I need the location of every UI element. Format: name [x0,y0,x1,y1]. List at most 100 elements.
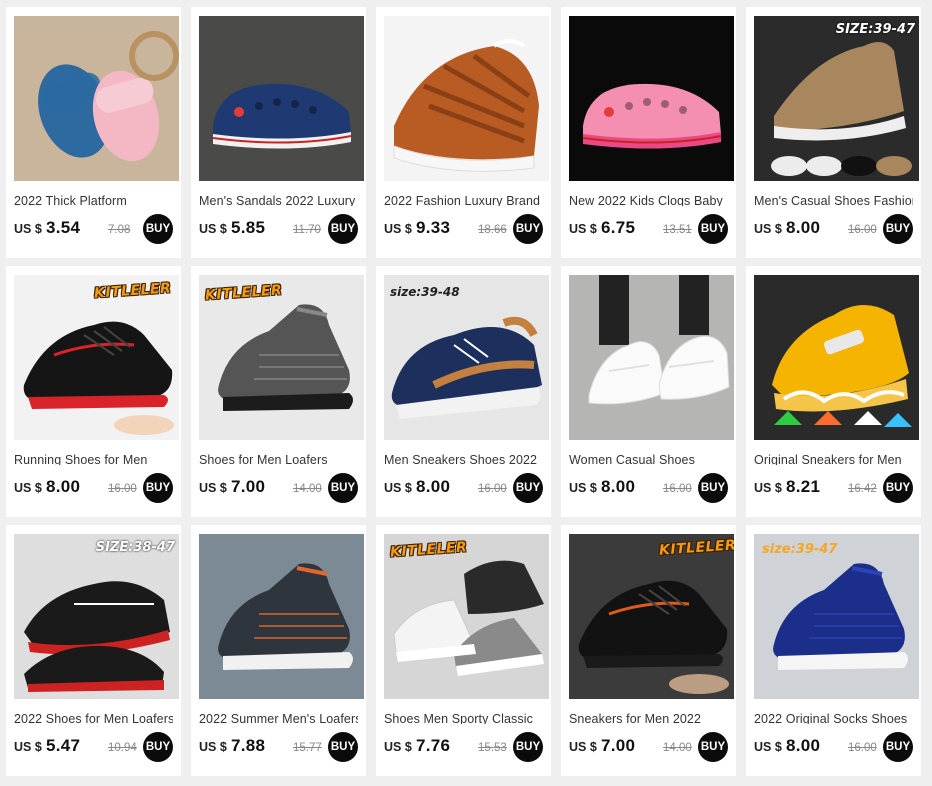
product-title[interactable]: Men's Sandals 2022 Luxury [199,192,358,210]
sale-price: 5.47 [46,736,81,755]
product-image[interactable] [569,16,734,181]
product-title[interactable]: Men Sneakers Shoes 2022 [384,451,543,469]
product-card[interactable]: Women Casual Shoes US $ 8.00 16.00 BUY [561,266,736,517]
buy-button[interactable]: BUY [513,473,543,503]
product-badge: size:39-48 [390,285,460,299]
product-card[interactable]: SIZE:38-47 2022 Shoes for Men Loafers US… [6,525,181,776]
product-title[interactable]: Men's Casual Shoes Fashion [754,192,913,210]
product-card[interactable]: KITLELER Sneakers for Men 2022 US $ 7.00… [561,525,736,776]
price-row: US $ 8.00 16.00 BUY [14,473,173,507]
product-title[interactable]: Shoes Men Sporty Classic [384,710,543,728]
product-grid: 2022 Thick Platform US $ 3.54 7.08 BUY M… [6,7,921,776]
product-image[interactable]: KITLELER [14,275,179,440]
currency-label: US $ [199,740,227,754]
product-title[interactable]: 2022 Summer Men's Loafers [199,710,358,728]
price-row: US $ 7.88 15.77 BUY [199,732,358,766]
original-price: 14.00 [663,742,692,754]
price-row: US $ 7.76 15.53 BUY [384,732,543,766]
currency-label: US $ [14,481,42,495]
product-card[interactable]: 2022 Summer Men's Loafers US $ 7.88 15.7… [191,525,366,776]
currency-label: US $ [384,481,412,495]
price-row: US $ 5.85 11.70 BUY [199,214,358,248]
sale-price: 7.00 [601,736,636,755]
original-price: 16.42 [848,483,877,495]
buy-button[interactable]: BUY [328,732,358,762]
product-image[interactable] [14,16,179,181]
buy-button[interactable]: BUY [513,732,543,762]
product-card[interactable]: Men's Sandals 2022 Luxury US $ 5.85 11.7… [191,7,366,258]
buy-button[interactable]: BUY [698,732,728,762]
product-title[interactable]: Sneakers for Men 2022 [569,710,728,728]
price-row: US $ 3.54 7.08 BUY [14,214,173,248]
currency-label: US $ [384,740,412,754]
product-title[interactable]: 2022 Shoes for Men Loafers [14,710,173,728]
original-price: 15.77 [293,742,322,754]
product-badge: SIZE:39-47 [835,22,915,37]
buy-button[interactable]: BUY [883,214,913,244]
product-image[interactable]: size:39-48 [384,275,549,440]
product-image[interactable]: KITLELER [199,275,364,440]
sale-price: 8.00 [786,218,821,237]
product-image[interactable] [384,16,549,181]
product-image[interactable] [199,16,364,181]
currency-label: US $ [754,481,782,495]
product-image[interactable] [754,275,919,440]
product-card[interactable]: SIZE:39-47 Men's Casual Shoes Fashion US… [746,7,921,258]
original-price: 16.00 [848,224,877,236]
currency-label: US $ [569,222,597,236]
price-row: US $ 8.00 16.00 BUY [569,473,728,507]
product-card[interactable]: 2022 Fashion Luxury Brand US $ 9.33 18.6… [376,7,551,258]
buy-button[interactable]: BUY [328,473,358,503]
price-row: US $ 8.00 16.00 BUY [384,473,543,507]
product-card[interactable]: 2022 Thick Platform US $ 3.54 7.08 BUY [6,7,181,258]
buy-button[interactable]: BUY [883,732,913,762]
product-title[interactable]: 2022 Fashion Luxury Brand [384,192,543,210]
buy-button[interactable]: BUY [143,732,173,762]
currency-label: US $ [14,222,42,236]
product-card[interactable]: Original Sneakers for Men US $ 8.21 16.4… [746,266,921,517]
product-title[interactable]: Original Sneakers for Men [754,451,913,469]
buy-button[interactable]: BUY [513,214,543,244]
product-title[interactable]: Women Casual Shoes [569,451,728,469]
product-title[interactable]: Shoes for Men Loafers [199,451,358,469]
original-price: 13.51 [663,224,692,236]
product-card[interactable]: KITLELER Running Shoes for Men US $ 8.00… [6,266,181,517]
product-image[interactable]: size:39-47 [754,534,919,699]
buy-button[interactable]: BUY [143,214,173,244]
currency-label: US $ [384,222,412,236]
buy-button[interactable]: BUY [698,214,728,244]
original-price: 14.00 [293,483,322,495]
currency-label: US $ [754,740,782,754]
product-title[interactable]: 2022 Original Socks Shoes [754,710,913,728]
currency-label: US $ [199,222,227,236]
original-price: 16.00 [478,483,507,495]
product-title[interactable]: New 2022 Kids Clogs Baby [569,192,728,210]
product-card[interactable]: size:39-47 2022 Original Socks Shoes US … [746,525,921,776]
product-badge: SIZE:38-47 [95,540,175,555]
buy-button[interactable]: BUY [328,214,358,244]
product-card[interactable]: KITLELER Shoes Men Sporty Classic US $ 7… [376,525,551,776]
product-title[interactable]: Running Shoes for Men [14,451,173,469]
product-image[interactable] [569,275,734,440]
product-image[interactable]: SIZE:39-47 [754,16,919,181]
product-image[interactable]: KITLELER [569,534,734,699]
sale-price: 8.00 [601,477,636,496]
buy-button[interactable]: BUY [883,473,913,503]
sale-price: 8.21 [786,477,821,496]
product-image[interactable] [199,534,364,699]
price-row: US $ 6.75 13.51 BUY [569,214,728,248]
original-price: 10.94 [108,742,137,754]
price-row: US $ 5.47 10.94 BUY [14,732,173,766]
product-card[interactable]: size:39-48 Men Sneakers Shoes 2022 US $ … [376,266,551,517]
sale-price: 7.76 [416,736,451,755]
product-title[interactable]: 2022 Thick Platform [14,192,173,210]
original-price: 16.00 [848,742,877,754]
product-card[interactable]: KITLELER Shoes for Men Loafers US $ 7.00… [191,266,366,517]
buy-button[interactable]: BUY [143,473,173,503]
original-price: 7.08 [108,224,131,236]
sale-price: 7.00 [231,477,266,496]
product-image[interactable]: SIZE:38-47 [14,534,179,699]
buy-button[interactable]: BUY [698,473,728,503]
product-card[interactable]: New 2022 Kids Clogs Baby US $ 6.75 13.51… [561,7,736,258]
product-image[interactable]: KITLELER [384,534,549,699]
